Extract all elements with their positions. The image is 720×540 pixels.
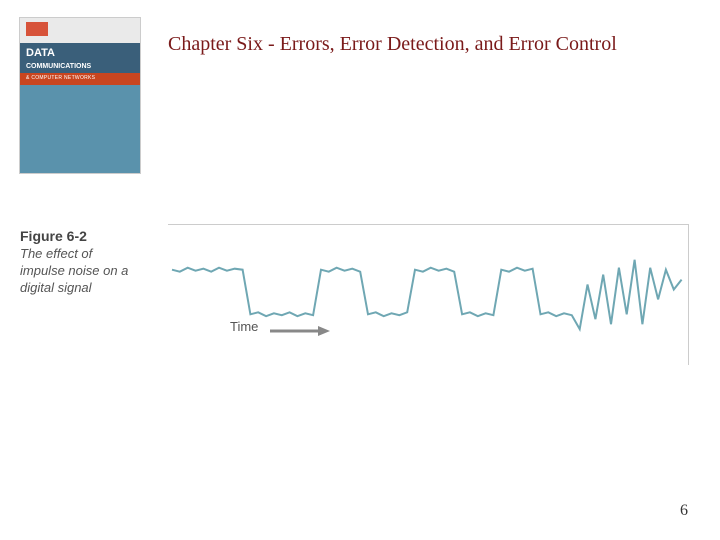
figure-description: The effect of impulse noise on a digital… <box>20 246 140 297</box>
book-cover-subtitle-band: & COMPUTER NETWORKS <box>20 73 140 85</box>
figure-number: Figure 6-2 <box>20 228 140 244</box>
time-axis-label: Time <box>230 319 258 334</box>
figure-graphic: Time <box>168 224 689 365</box>
book-title-line2: COMMUNICATIONS <box>26 63 91 70</box>
chapter-title: Chapter Six - Errors, Error Detection, a… <box>168 24 628 64</box>
book-cover-body <box>20 85 140 173</box>
book-cover-corner-accent <box>26 22 48 36</box>
page-number: 6 <box>680 502 688 520</box>
book-title-line1: DATA <box>26 47 55 59</box>
figure-caption: Figure 6-2 The effect of impulse noise o… <box>20 228 140 297</box>
book-cover-title-band: DATA COMMUNICATIONS <box>20 43 140 73</box>
book-cover-header <box>20 18 140 43</box>
book-cover-thumbnail: DATA COMMUNICATIONS & COMPUTER NETWORKS <box>20 18 140 173</box>
time-arrow-icon <box>270 325 330 337</box>
book-subtitle: & COMPUTER NETWORKS <box>26 75 95 81</box>
